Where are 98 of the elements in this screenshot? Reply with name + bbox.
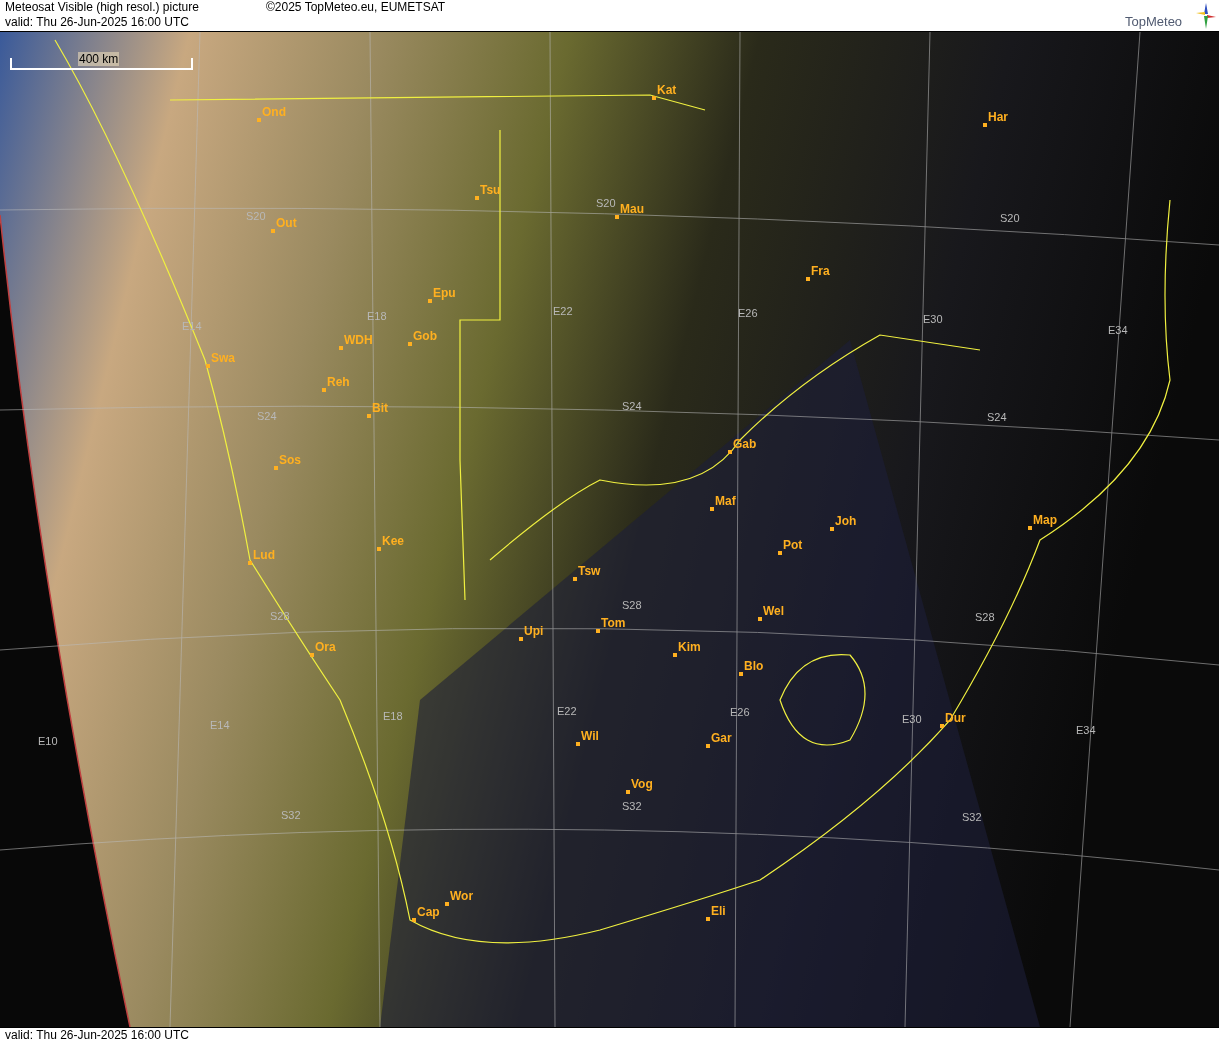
city-label: Ora <box>315 641 336 654</box>
city-marker <box>673 653 677 657</box>
city-label: Gar <box>711 732 732 745</box>
grid-label: S20 <box>1000 212 1020 224</box>
city-label: Har <box>988 111 1008 124</box>
pinwheel-icon <box>1196 3 1216 29</box>
grid-label: E18 <box>383 710 403 722</box>
city-label: Wel <box>763 605 785 618</box>
grid-label: S24 <box>987 411 1007 423</box>
city-label: Upi <box>524 625 544 638</box>
valid-time: valid: Thu 26-Jun-2025 16:00 UTC <box>5 15 189 30</box>
city-marker <box>596 629 600 633</box>
city-marker <box>940 724 944 728</box>
city-marker <box>652 96 656 100</box>
grid-label: E26 <box>738 307 758 319</box>
city-marker <box>519 637 523 641</box>
city-label: Kat <box>657 84 677 97</box>
city-label: Bit <box>372 402 388 415</box>
city-label: Gob <box>413 330 437 343</box>
grid-label: E34 <box>1076 724 1096 736</box>
city-marker <box>206 364 210 368</box>
city-marker <box>710 507 714 511</box>
city-label: Reh <box>327 376 350 389</box>
city-label: Sos <box>279 454 301 467</box>
grid-label: S24 <box>257 410 277 422</box>
city-marker <box>728 450 732 454</box>
grid-label: S28 <box>622 599 642 611</box>
grid-label: E18 <box>367 310 387 322</box>
city-marker <box>412 918 416 922</box>
city-label: Cap <box>417 906 440 919</box>
grid-label: E30 <box>902 713 922 725</box>
grid-label: E14 <box>182 320 202 332</box>
city-marker <box>339 346 343 350</box>
logo-text: TopMeteo <box>1125 14 1183 29</box>
city-marker <box>445 902 449 906</box>
city-label: Mau <box>620 203 644 216</box>
city-marker <box>274 466 278 470</box>
grid-label: E10 <box>38 735 58 747</box>
city-marker <box>626 790 630 794</box>
grid-label: S24 <box>622 400 642 412</box>
city-label: Wor <box>450 890 474 903</box>
city-marker <box>271 229 275 233</box>
city-marker <box>706 917 710 921</box>
city-label: Map <box>1033 514 1057 527</box>
city-marker <box>428 299 432 303</box>
city-marker <box>758 617 762 621</box>
city-marker <box>706 744 710 748</box>
city-marker <box>367 414 371 418</box>
city-label: Wil <box>581 730 599 743</box>
city-label: Fra <box>811 265 830 278</box>
grid-label: E34 <box>1108 324 1128 336</box>
city-marker <box>983 123 987 127</box>
grid-label: S20 <box>246 210 266 222</box>
city-marker <box>1028 526 1032 530</box>
grid-label: E30 <box>923 313 943 325</box>
city-label: Kim <box>678 641 701 654</box>
valid-time: valid: Thu 26-Jun-2025 16:00 UTC <box>5 1028 189 1042</box>
city-label: Joh <box>835 515 857 528</box>
grid-label: S32 <box>281 809 301 821</box>
scale-label: 400 km <box>78 52 120 66</box>
city-marker <box>830 527 834 531</box>
city-marker <box>310 653 314 657</box>
grid-label: E26 <box>730 706 750 718</box>
city-label: Lud <box>253 549 275 562</box>
city-label: Tom <box>601 617 626 630</box>
city-label: Tsw <box>578 565 601 578</box>
city-marker <box>475 196 479 200</box>
city-marker <box>573 577 577 581</box>
city-label: Swa <box>211 352 235 365</box>
city-marker <box>248 561 252 565</box>
city-label: Out <box>276 217 297 230</box>
city-label: Blo <box>744 660 764 673</box>
grid-label: S32 <box>622 800 642 812</box>
city-marker <box>778 551 782 555</box>
grid-label: S32 <box>962 811 982 823</box>
city-marker <box>408 342 412 346</box>
city-label: Ond <box>262 106 286 119</box>
city-label: Eli <box>711 905 726 918</box>
city-marker <box>377 547 381 551</box>
city-label: WDH <box>344 334 373 347</box>
city-label: Epu <box>433 287 456 300</box>
city-label: Vog <box>631 778 653 791</box>
image-title: Meteosat Visible (high resol.) picture <box>5 0 199 15</box>
city-marker <box>576 742 580 746</box>
city-label: Maf <box>715 495 736 508</box>
city-label: Pot <box>783 539 803 552</box>
city-marker <box>257 118 261 122</box>
grid-label: E14 <box>210 719 230 731</box>
grid-label: S28 <box>975 611 995 623</box>
city-marker <box>739 672 743 676</box>
grid-label: S20 <box>596 197 616 209</box>
city-label: Kee <box>382 535 404 548</box>
grid-label: E22 <box>553 305 573 317</box>
copyright-text: ©2025 TopMeteo.eu, EUMETSAT <box>266 0 446 15</box>
city-marker <box>806 277 810 281</box>
city-marker <box>615 215 619 219</box>
city-marker <box>322 388 326 392</box>
grid-label: E22 <box>557 705 577 717</box>
